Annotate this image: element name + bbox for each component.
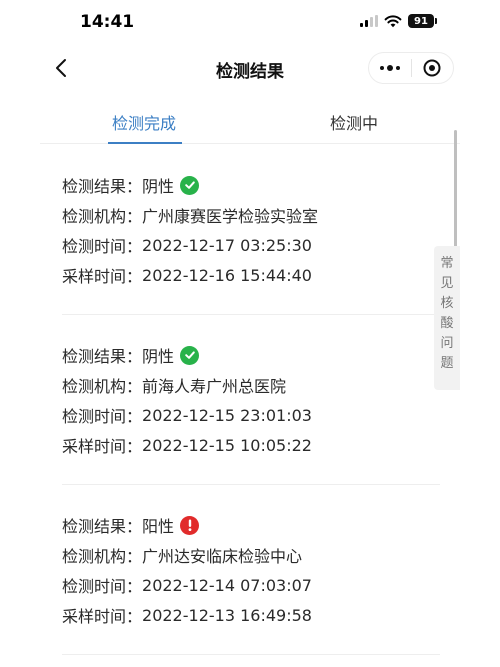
test-time-value: 2022-12-17 03:25:30 bbox=[142, 235, 312, 255]
result-label: 检测结果： bbox=[62, 347, 143, 366]
record-divider bbox=[62, 484, 440, 485]
tab-in-progress[interactable]: 检测中 bbox=[330, 110, 378, 134]
status-icons: 91 bbox=[360, 14, 437, 28]
sample-time-row: 采样时间： 2022-12-16 15:44:40 bbox=[62, 260, 440, 290]
result-label: 检测结果： bbox=[62, 177, 143, 196]
faq-char: 常 bbox=[440, 256, 454, 271]
test-time-label: 检测时间： bbox=[62, 237, 143, 256]
sample-time-value: 2022-12-16 15:44:40 bbox=[142, 265, 312, 285]
record-card[interactable]: 检测结果： 阳性 检测机构： 广州达安临床检验中心 检测时间： 2022-12-… bbox=[62, 510, 440, 630]
sample-time-label: 采样时间： bbox=[62, 437, 143, 456]
test-time-value: 2022-12-15 23:01:03 bbox=[142, 405, 312, 425]
sample-time-label: 采样时间： bbox=[62, 607, 143, 626]
result-value: 阴性 bbox=[142, 347, 175, 366]
target-close-icon bbox=[423, 59, 441, 77]
institution-value: 前海人寿广州总医院 bbox=[142, 377, 287, 396]
institution-value: 广州康赛医学检验实验室 bbox=[142, 207, 319, 226]
sample-time-row: 采样时间： 2022-12-15 10:05:22 bbox=[62, 430, 440, 460]
result-row: 检测结果： 阴性 bbox=[62, 340, 440, 370]
record-divider bbox=[62, 654, 440, 655]
wifi-icon bbox=[384, 15, 402, 28]
record-divider bbox=[62, 314, 440, 315]
test-time-label: 检测时间： bbox=[62, 577, 143, 596]
mini-program-capsule bbox=[368, 52, 454, 84]
sample-time-value: 2022-12-13 16:49:58 bbox=[142, 605, 312, 625]
institution-value: 广州达安临床检验中心 bbox=[142, 547, 303, 566]
institution-label: 检测机构： bbox=[62, 547, 143, 566]
check-circle-icon bbox=[180, 345, 200, 365]
close-mini-program-button[interactable] bbox=[411, 53, 453, 83]
faq-char: 问 bbox=[440, 336, 454, 351]
sample-time-row: 采样时间： 2022-12-13 16:49:58 bbox=[62, 600, 440, 630]
status-bar: 14:41 91 bbox=[0, 0, 500, 44]
result-row: 检测结果： 阴性 bbox=[62, 170, 440, 200]
institution-label: 检测机构： bbox=[62, 207, 143, 226]
faq-char: 见 bbox=[440, 276, 454, 291]
signal-icon bbox=[360, 15, 378, 27]
faq-char: 核 bbox=[440, 296, 454, 311]
test-time-row: 检测时间： 2022-12-15 23:01:03 bbox=[62, 400, 440, 430]
institution-row: 检测机构： 前海人寿广州总医院 bbox=[62, 370, 440, 400]
faq-char: 酸 bbox=[440, 316, 454, 331]
faq-char: 题 bbox=[440, 356, 454, 371]
tab-completed[interactable]: 检测完成 bbox=[112, 110, 176, 134]
check-circle-icon bbox=[180, 175, 200, 195]
nav-bar: 检测结果 bbox=[0, 44, 500, 92]
record-card[interactable]: 检测结果： 阴性 检测机构： 前海人寿广州总医院 检测时间： 2022-12-1… bbox=[62, 340, 440, 460]
active-tab-indicator bbox=[108, 142, 182, 144]
result-tabs: 检测完成 检测中 bbox=[40, 98, 460, 144]
battery-icon: 91 bbox=[408, 14, 437, 28]
result-value: 阳性 bbox=[142, 517, 175, 536]
more-button[interactable] bbox=[369, 53, 411, 83]
test-time-row: 检测时间： 2022-12-17 03:25:30 bbox=[62, 230, 440, 260]
result-value: 阴性 bbox=[142, 177, 175, 196]
institution-label: 检测机构： bbox=[62, 377, 143, 396]
result-row: 检测结果： 阳性 bbox=[62, 510, 440, 540]
test-time-row: 检测时间： 2022-12-14 07:03:07 bbox=[62, 570, 440, 600]
sample-time-value: 2022-12-15 10:05:22 bbox=[142, 435, 312, 455]
status-time: 14:41 bbox=[80, 12, 135, 32]
nucleic-acid-faq-tab[interactable]: 常 见 核 酸 问 题 bbox=[434, 246, 460, 390]
record-card[interactable]: 检测结果： 阴性 检测机构： 广州康赛医学检验实验室 检测时间： 2022-12… bbox=[62, 170, 440, 290]
institution-row: 检测机构： 广州康赛医学检验实验室 bbox=[62, 200, 440, 230]
institution-row: 检测机构： 广州达安临床检验中心 bbox=[62, 540, 440, 570]
test-time-label: 检测时间： bbox=[62, 407, 143, 426]
sample-time-label: 采样时间： bbox=[62, 267, 143, 286]
exclamation-circle-icon bbox=[180, 515, 200, 535]
more-dots-icon bbox=[379, 65, 400, 71]
result-label: 检测结果： bbox=[62, 517, 143, 536]
test-time-value: 2022-12-14 07:03:07 bbox=[142, 575, 312, 595]
